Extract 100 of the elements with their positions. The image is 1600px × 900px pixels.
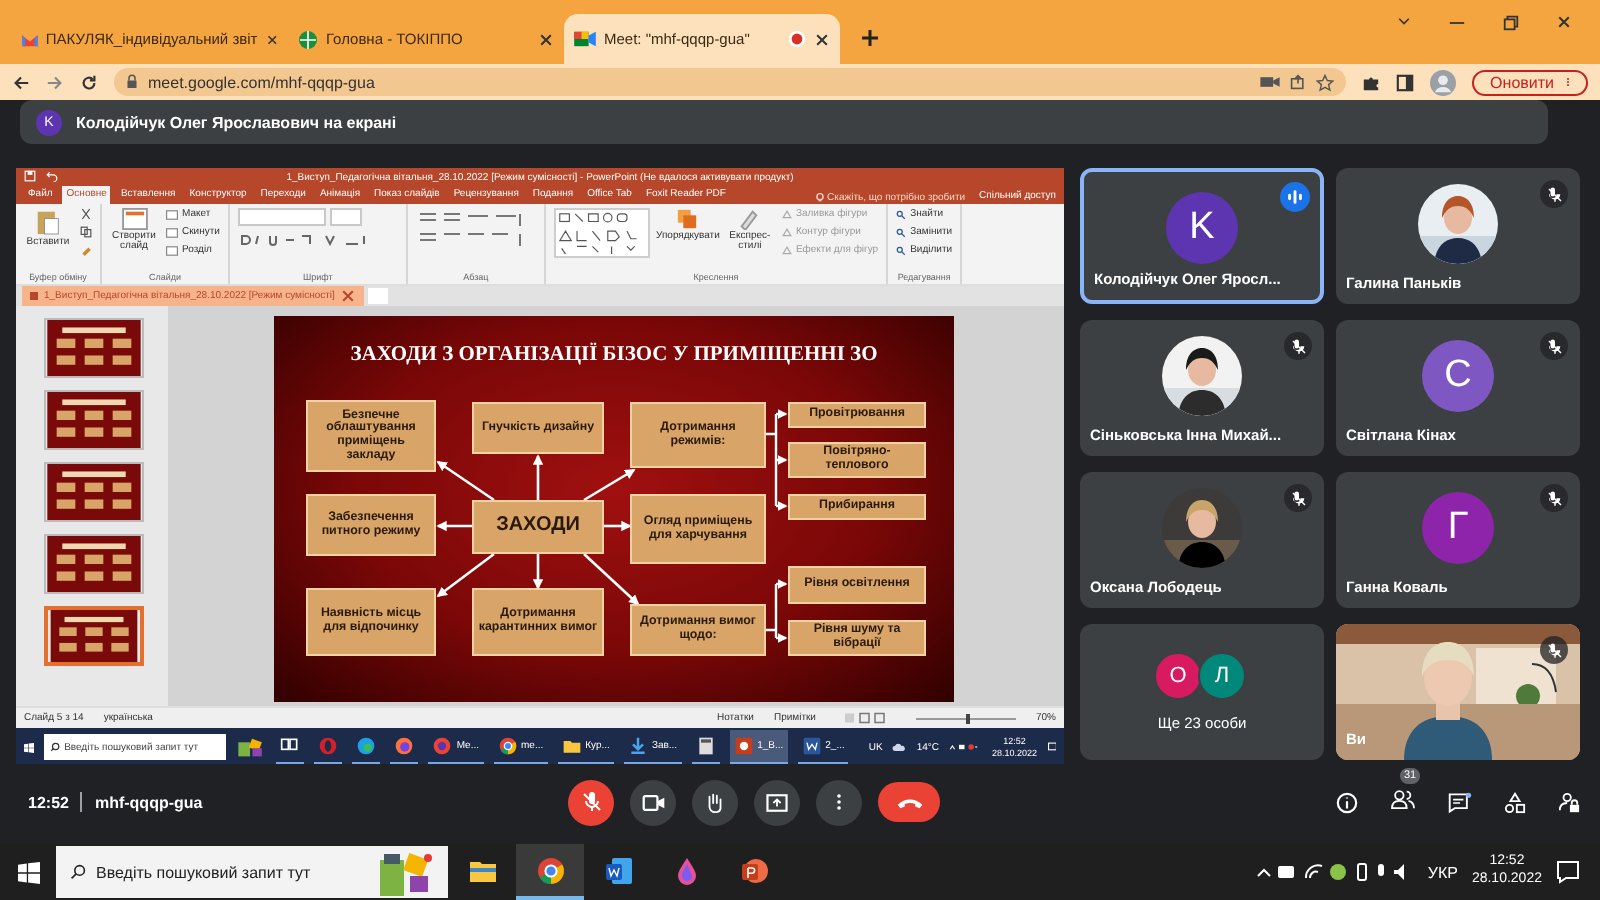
activities-icon[interactable] bbox=[1504, 791, 1526, 813]
restore-icon[interactable] bbox=[1502, 13, 1520, 31]
hand-icon[interactable] bbox=[704, 791, 726, 813]
raise-hand-button[interactable] bbox=[692, 779, 738, 825]
more-icon[interactable] bbox=[836, 792, 842, 812]
mic-off-icon bbox=[1289, 489, 1307, 507]
tab-favicon-icon bbox=[22, 31, 38, 47]
connector-arrow bbox=[436, 460, 495, 502]
font-size-field[interactable] bbox=[329, 208, 362, 226]
slide-thumbnail[interactable] bbox=[44, 462, 144, 522]
participant-avatar: О bbox=[1154, 652, 1202, 700]
close-tab-icon[interactable] bbox=[814, 31, 830, 47]
taskbar-search-field[interactable]: Введіть пошуковий запит тут bbox=[56, 846, 448, 898]
app-icon bbox=[535, 855, 565, 885]
audio-bars-icon bbox=[1286, 188, 1304, 206]
people-icon[interactable] bbox=[1390, 788, 1416, 810]
taskbar-app[interactable] bbox=[516, 844, 584, 900]
camera-icon[interactable] bbox=[641, 793, 665, 811]
mic-off-icon bbox=[1545, 641, 1563, 659]
undo-icon[interactable] bbox=[46, 170, 58, 182]
connector-arrow bbox=[436, 552, 495, 598]
search-icon bbox=[50, 742, 61, 752]
update-button[interactable]: Оновити bbox=[1472, 69, 1588, 95]
app-icon bbox=[801, 736, 822, 756]
connector-arrow bbox=[532, 454, 544, 500]
task-view-icon bbox=[280, 736, 301, 756]
powerpoint-file-icon bbox=[30, 292, 38, 300]
app-icon bbox=[561, 736, 582, 756]
back-icon[interactable] bbox=[12, 73, 30, 91]
editing-icon bbox=[896, 227, 907, 237]
present-button[interactable] bbox=[754, 779, 800, 825]
participant-avatar: Г bbox=[1422, 492, 1494, 564]
presenter-text: Колодійчук Олег Ярославович на екрані bbox=[76, 113, 397, 131]
connector-arrow bbox=[604, 520, 632, 532]
close-tab-icon[interactable] bbox=[538, 31, 554, 47]
meeting-time: 12:52 bbox=[28, 793, 69, 811]
address-bar[interactable]: meet.google.com/mhf-qqqp-gua bbox=[114, 68, 1347, 96]
notifications-icon[interactable] bbox=[1047, 740, 1056, 754]
cloud-icon bbox=[892, 741, 907, 753]
bookmark-star-icon[interactable] bbox=[1316, 73, 1335, 91]
slide-thumbnail[interactable] bbox=[44, 534, 144, 594]
mic-off-icon[interactable] bbox=[579, 790, 603, 814]
close-tab-icon[interactable] bbox=[265, 31, 278, 47]
app-icon bbox=[432, 736, 453, 756]
share-icon[interactable] bbox=[1290, 74, 1307, 90]
editing-icon bbox=[896, 209, 907, 219]
slide-title: ЗАХОДИ З ОРГАНІЗАЦІЇ БІЗОС У ПРИМІЩЕННІ ЗО bbox=[348, 344, 880, 366]
windows-start-icon[interactable] bbox=[17, 861, 39, 883]
slide-thumbnail[interactable] bbox=[44, 606, 144, 666]
tab-favicon-icon bbox=[298, 29, 318, 49]
language-indicator[interactable]: УКР bbox=[1427, 863, 1458, 881]
arrange-icon bbox=[676, 208, 699, 230]
shapes-gallery[interactable] bbox=[553, 208, 650, 258]
font-name-field[interactable] bbox=[237, 208, 326, 226]
microphone-button[interactable] bbox=[568, 779, 614, 825]
mic-off-icon bbox=[1545, 185, 1563, 203]
slide-thumbnail[interactable] bbox=[44, 318, 144, 378]
participant-avatar: С bbox=[1422, 340, 1494, 412]
close-window-icon[interactable] bbox=[1556, 13, 1572, 29]
connector-arrow bbox=[583, 553, 640, 606]
search-highlight-drawing[interactable] bbox=[376, 848, 436, 896]
diagram-node: ЗАХОДИ bbox=[472, 500, 604, 554]
phone-icon[interactable] bbox=[895, 795, 923, 809]
app-icon bbox=[394, 736, 415, 756]
end-call-button[interactable] bbox=[878, 782, 940, 822]
editing-icon bbox=[896, 245, 907, 255]
windows-start-icon[interactable] bbox=[24, 739, 35, 755]
notifications-icon[interactable] bbox=[1556, 860, 1580, 884]
present-screen-icon[interactable] bbox=[766, 793, 788, 811]
new-tab-icon[interactable] bbox=[860, 28, 880, 48]
lightbulb-icon bbox=[815, 192, 824, 204]
camera-button[interactable] bbox=[630, 779, 676, 825]
format-painter-icon[interactable] bbox=[80, 244, 92, 256]
host-controls-icon[interactable] bbox=[1558, 791, 1580, 813]
tab-search-icon[interactable] bbox=[1396, 13, 1412, 29]
app-icon bbox=[603, 855, 633, 885]
info-icon[interactable] bbox=[1336, 791, 1358, 813]
extensions-icon[interactable] bbox=[1362, 73, 1381, 91]
zoom-slider-thumb[interactable] bbox=[965, 713, 970, 723]
participant-avatar: K bbox=[1166, 192, 1238, 264]
app-icon bbox=[318, 736, 339, 756]
chat-icon[interactable] bbox=[1448, 791, 1472, 813]
save-icon[interactable] bbox=[24, 170, 36, 182]
copy-icon[interactable] bbox=[80, 226, 92, 238]
app-icon bbox=[627, 736, 648, 756]
side-panel-icon[interactable] bbox=[1396, 73, 1415, 91]
connector-arrow bbox=[583, 468, 636, 502]
reload-icon[interactable] bbox=[80, 73, 98, 91]
bracket-connector bbox=[764, 579, 788, 643]
connector-arrow bbox=[436, 520, 472, 532]
slide-thumbnail[interactable] bbox=[44, 390, 144, 450]
mic-off-icon bbox=[1545, 337, 1563, 355]
app-icon bbox=[695, 736, 716, 756]
forward-icon[interactable] bbox=[46, 73, 64, 91]
camera-icon[interactable] bbox=[1260, 74, 1281, 90]
cut-icon[interactable] bbox=[80, 208, 92, 220]
app-icon bbox=[739, 855, 769, 885]
app-icon bbox=[356, 736, 377, 756]
search-icon bbox=[70, 864, 86, 880]
tab-favicon-icon bbox=[574, 30, 596, 48]
